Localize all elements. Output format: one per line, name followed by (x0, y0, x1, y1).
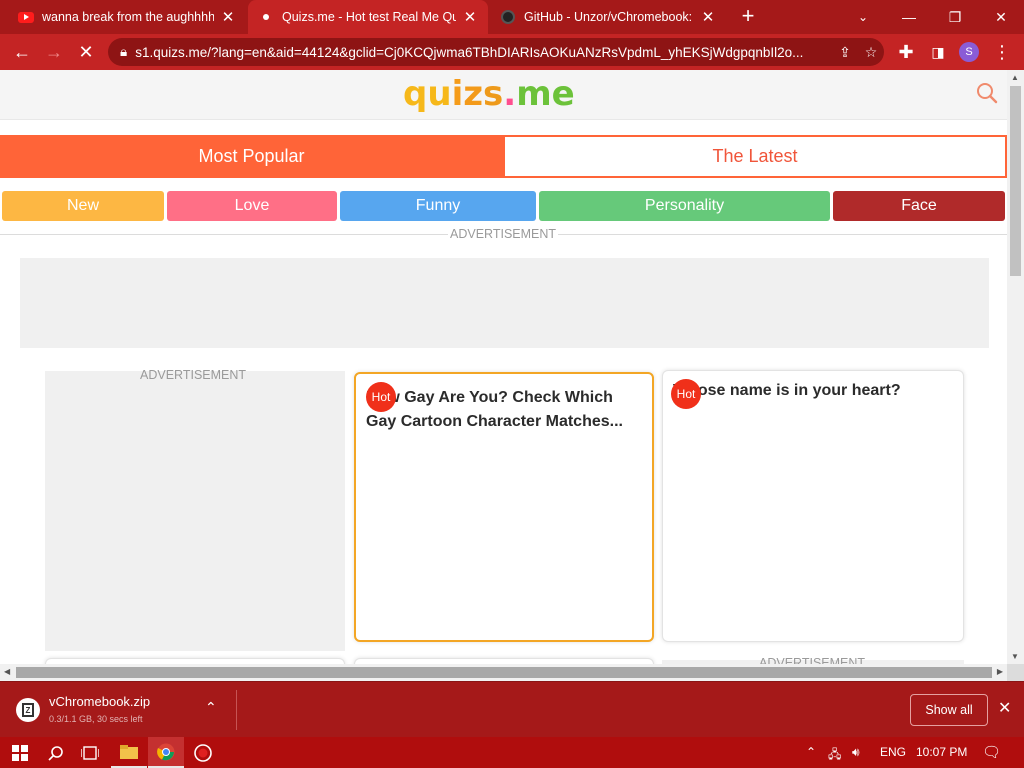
restore-button[interactable]: ❐ (932, 0, 978, 34)
scroll-right-arrow-icon[interactable]: ▶ (997, 667, 1003, 676)
chrome-icon[interactable] (148, 737, 184, 768)
youtube-icon (18, 9, 34, 25)
category-new[interactable]: New (2, 191, 164, 221)
quiz-card-title[interactable]: Whose name is in your heart? (673, 379, 953, 403)
github-icon (500, 9, 516, 25)
close-window-button[interactable]: ✕ (978, 0, 1024, 34)
screen-recorder-icon[interactable] (185, 737, 221, 768)
category-face[interactable]: Face (833, 191, 1005, 221)
new-tab-button[interactable]: + (736, 5, 760, 29)
download-filename[interactable]: vChromebook.zip (49, 694, 150, 709)
minimize-button[interactable]: — (886, 0, 932, 34)
close-tab-icon[interactable]: ✕ (462, 8, 478, 26)
quiz-card-title[interactable]: How Gay Are You? Check Which Gay Cartoon… (366, 386, 642, 434)
notifications-icon[interactable]: 🗨︎ (982, 743, 1001, 761)
quizsme-logo[interactable]: quizs.me (403, 74, 575, 114)
ad-label: ADVERTISEMENT (448, 227, 559, 241)
banner-ad[interactable] (20, 258, 989, 348)
windows-start-icon[interactable] (2, 737, 38, 768)
task-view-icon[interactable] (72, 737, 108, 768)
profile-avatar[interactable]: S (959, 42, 979, 62)
category-bar: New Love Funny Personality Face (0, 191, 1007, 221)
browser-tab-youtube[interactable]: wanna break from the aughhhh - ✕ (8, 0, 246, 34)
scrollbar-thumb[interactable] (1010, 86, 1021, 276)
clock[interactable]: 10:07 PM (916, 745, 967, 759)
horizontal-scrollbar[interactable]: ◀ ▶ (0, 664, 1007, 681)
quiz-card[interactable]: Whose name is in your heart? Hot (662, 370, 964, 642)
scroll-left-arrow-icon[interactable]: ◀ (4, 667, 10, 676)
download-status: 0.3/1.1 GB, 30 secs left (49, 714, 143, 724)
show-all-button[interactable]: Show all (910, 694, 988, 726)
extensions-puzzle-icon[interactable]: ✚ (894, 40, 918, 64)
tab-title: GitHub - Unzor/vChromebook: C (524, 10, 694, 24)
search-icon[interactable] (976, 82, 998, 104)
bookmark-star-icon[interactable]: ☆ (858, 44, 884, 61)
category-personality[interactable]: Personality (539, 191, 830, 221)
tab-title: wanna break from the aughhhh - (42, 10, 214, 24)
browser-tab-strip: wanna break from the aughhhh - ✕ Quizs.m… (0, 0, 1024, 34)
stop-loading-icon[interactable]: ✕ (74, 40, 98, 64)
more-menu-icon[interactable]: ⋮ (990, 40, 1014, 64)
close-tab-icon[interactable]: ✕ (220, 8, 236, 26)
ad-label: ADVERTISEMENT (759, 656, 866, 664)
side-ad[interactable] (45, 371, 345, 651)
tab-search-chevron-icon[interactable]: ⌄ (840, 0, 886, 34)
quiz-card[interactable]: How Gay Are You? Check Which Gay Cartoon… (354, 372, 654, 642)
back-arrow-icon[interactable]: ← (10, 40, 34, 64)
category-love[interactable]: Love (167, 191, 337, 221)
close-download-bar-icon[interactable]: ✕ (998, 698, 1011, 718)
close-tab-icon[interactable]: ✕ (700, 8, 716, 26)
site-header: quizs.me (0, 70, 1007, 120)
download-bar: Z vChromebook.zip 0.3/1.1 GB, 30 secs le… (0, 681, 1024, 737)
file-explorer-icon[interactable] (111, 737, 147, 768)
page-viewport: quizs.me Most Popular The Latest New Lov… (0, 70, 1007, 664)
lock-icon: 🔒︎ (120, 44, 128, 59)
url-text[interactable]: s1.quizs.me/?lang=en&aid=44124&gclid=Cj0… (135, 45, 832, 60)
windows-taskbar: ⌃ 🖧︎ 🔊︎ ENG 10:07 PM 🗨︎ (0, 737, 1024, 768)
address-bar[interactable]: 🔒︎ s1.quizs.me/?lang=en&aid=44124&gclid=… (108, 38, 884, 66)
language-indicator[interactable]: ENG (880, 745, 906, 759)
hot-badge: Hot (671, 379, 701, 409)
tab-most-popular[interactable]: Most Popular (0, 135, 503, 178)
divider (236, 690, 237, 730)
browser-tab-quizsme[interactable]: Quizs.me - Hot test Real Me Quiz ✕ (248, 0, 488, 34)
quizsme-icon (258, 9, 274, 25)
search-icon[interactable] (38, 737, 74, 768)
forward-arrow-icon[interactable]: → (42, 40, 66, 64)
share-icon[interactable]: ⇪ (832, 44, 858, 61)
hot-badge: Hot (366, 382, 396, 412)
browser-tab-github[interactable]: GitHub - Unzor/vChromebook: C ✕ (490, 0, 726, 34)
tab-title: Quizs.me - Hot test Real Me Quiz (282, 10, 456, 24)
network-icon[interactable]: 🖧︎ (828, 745, 841, 766)
zip-file-icon[interactable]: Z (16, 698, 40, 722)
volume-icon[interactable]: 🔊︎ (852, 745, 860, 760)
scrollbar-corner (1007, 664, 1024, 681)
scroll-up-arrow-icon[interactable]: ▲ (1011, 73, 1019, 82)
category-funny[interactable]: Funny (340, 191, 536, 221)
vertical-scrollbar[interactable]: ▲ ▼ (1007, 70, 1024, 664)
ad-label: ADVERTISEMENT (140, 368, 247, 382)
main-tabs: Most Popular The Latest (0, 135, 1007, 178)
scroll-down-arrow-icon[interactable]: ▼ (1011, 652, 1019, 661)
side-panel-icon[interactable]: ◨ (926, 40, 950, 64)
show-hidden-icons-icon[interactable]: ⌃ (806, 745, 816, 759)
tab-the-latest[interactable]: The Latest (503, 135, 1007, 178)
scrollbar-thumb[interactable] (16, 667, 992, 678)
chevron-up-icon[interactable]: ⌃ (205, 699, 217, 716)
browser-toolbar: ← → ✕ 🔒︎ s1.quizs.me/?lang=en&aid=44124&… (0, 34, 1024, 70)
